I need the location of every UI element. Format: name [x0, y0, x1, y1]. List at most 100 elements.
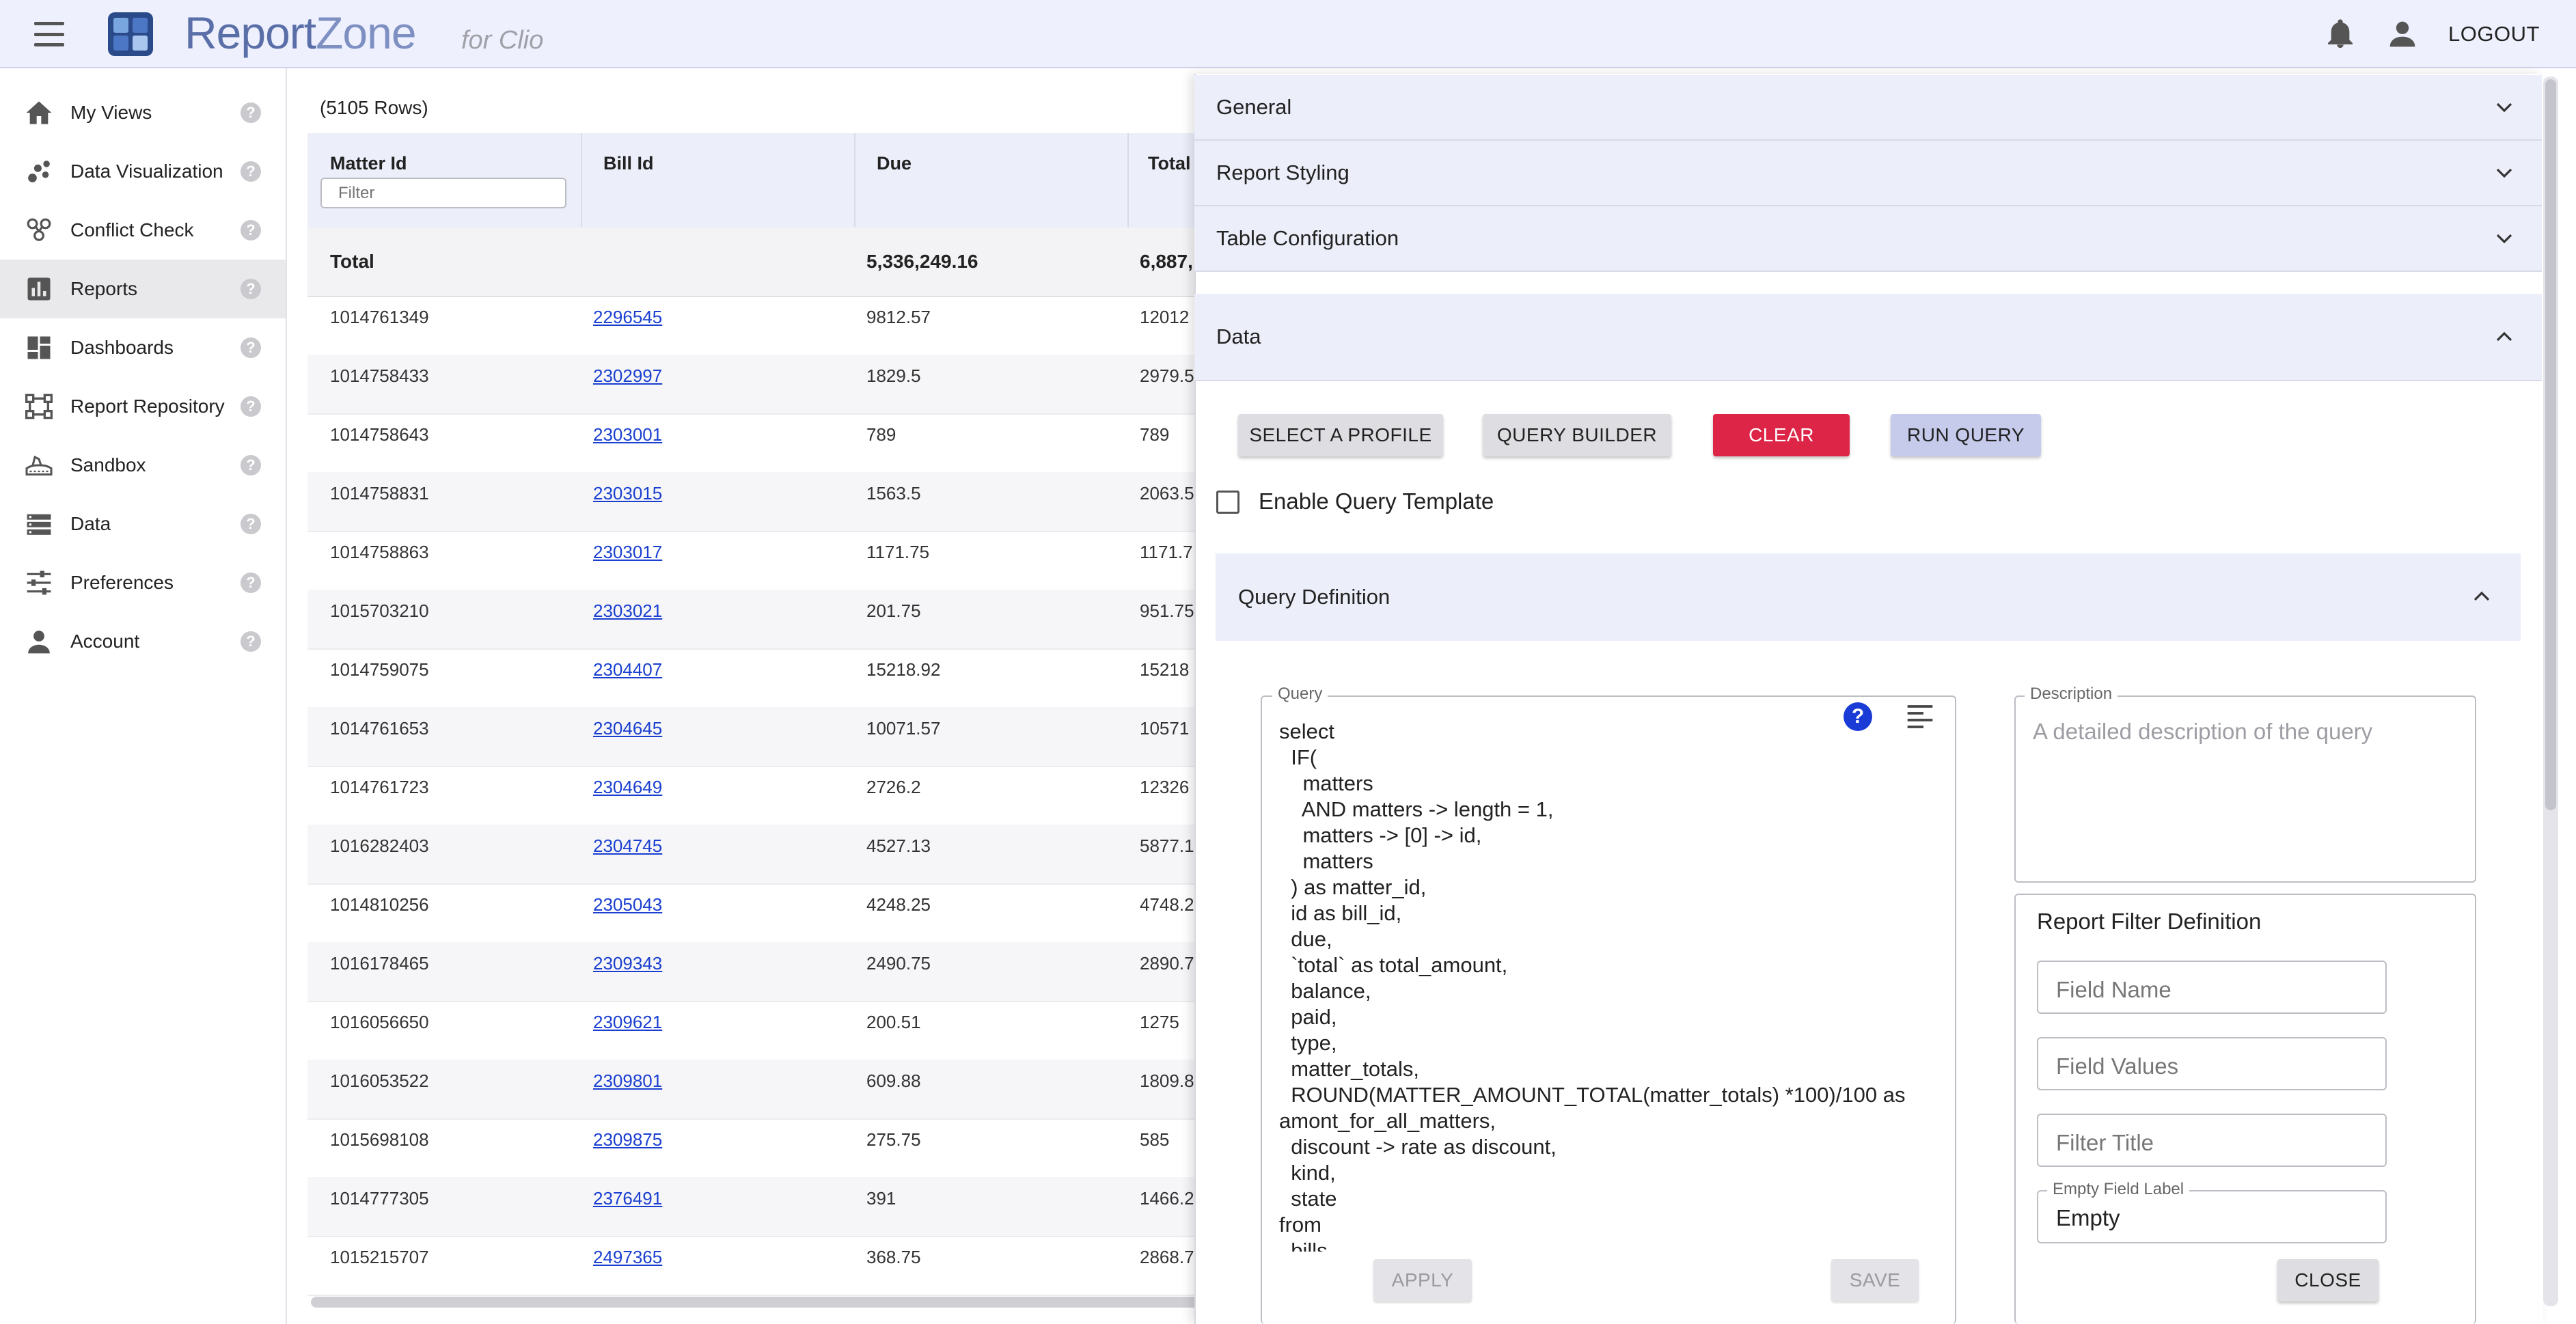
bill-id-link[interactable]: 2296545: [593, 307, 662, 327]
enable-query-template-checkbox[interactable]: [1216, 491, 1239, 514]
accordion-general[interactable]: General: [1194, 75, 2542, 141]
due-cell: 9812.57: [866, 307, 931, 327]
help-icon[interactable]: ?: [241, 455, 261, 475]
accordion-report-styling[interactable]: Report Styling: [1194, 141, 2542, 206]
notification-bell-icon[interactable]: [2327, 19, 2354, 49]
field-values-input[interactable]: Field Values: [2037, 1037, 2387, 1090]
table-row[interactable]: 1014758643 2303001 789 789: [307, 413, 1196, 473]
empty-field-label-legend: Empty Field Label: [2047, 1180, 2190, 1199]
table-row[interactable]: 1014758831 2303015 1563.5 2063.5: [307, 472, 1196, 532]
accordion-data[interactable]: Data: [1194, 294, 2542, 381]
due-cell: 789: [866, 424, 896, 445]
storage-icon: [25, 510, 53, 538]
help-icon[interactable]: ?: [241, 279, 261, 299]
help-icon[interactable]: ?: [241, 220, 261, 240]
help-icon[interactable]: ?: [241, 573, 261, 593]
save-button[interactable]: SAVE: [1831, 1259, 1919, 1301]
table-row[interactable]: 1015698108 2309875 275.75 585: [307, 1118, 1196, 1178]
table-row[interactable]: 1014761653 2304645 10071.57 10571: [307, 707, 1196, 767]
bill-id-cell: 2309801: [593, 1071, 662, 1092]
query-text[interactable]: select IF( matters AND matters -> length…: [1279, 719, 1942, 1252]
table-row[interactable]: 1014758863 2303017 1171.75 1171.7: [307, 531, 1196, 591]
help-icon[interactable]: ?: [241, 161, 261, 182]
sidebar-item-report-repository[interactable]: Report Repository ?: [0, 377, 286, 436]
query-definition-header[interactable]: Query Definition: [1216, 553, 2521, 641]
bill-id-link[interactable]: 2309875: [593, 1129, 662, 1150]
table-row[interactable]: 1014761349 2296545 9812.57 12012: [307, 296, 1196, 356]
user-account-icon[interactable]: [2387, 19, 2417, 49]
description-label: Description: [2025, 685, 2118, 704]
bill-id-link[interactable]: 2303001: [593, 424, 662, 445]
run-query-button[interactable]: RUN QUERY: [1891, 414, 2041, 456]
bill-id-link[interactable]: 2304745: [593, 836, 662, 856]
total-amount: 6,887,: [1140, 251, 1193, 272]
close-button[interactable]: CLOSE: [2277, 1259, 2379, 1301]
table-row[interactable]: 1016056650 2309621 200.51 1275: [307, 1001, 1196, 1061]
bill-id-link[interactable]: 2304645: [593, 718, 662, 739]
table-row[interactable]: 1016282403 2304745 4527.13 5877.1: [307, 825, 1196, 885]
bill-id-link[interactable]: 2303017: [593, 542, 662, 562]
column-header-total[interactable]: Total: [1127, 133, 1196, 227]
bill-id-link[interactable]: 2305043: [593, 894, 662, 915]
help-icon[interactable]: ?: [241, 631, 261, 652]
column-header-matter-id[interactable]: Matter Id: [307, 133, 582, 227]
table-row[interactable]: 1016053522 2309801 609.88 1809.8: [307, 1060, 1196, 1120]
horizontal-scrollbar[interactable]: [311, 1297, 1199, 1308]
help-icon[interactable]: ?: [241, 514, 261, 534]
sidebar-item-preferences[interactable]: Preferences ?: [0, 553, 286, 612]
sidebar-item-data[interactable]: Data ?: [0, 495, 286, 553]
bill-id-link[interactable]: 2303015: [593, 483, 662, 504]
bill-id-link[interactable]: 2309621: [593, 1012, 662, 1032]
logout-button[interactable]: LOGOUT: [2448, 22, 2540, 46]
help-icon[interactable]: ?: [241, 396, 261, 417]
sidebar-item-conflict-check[interactable]: Conflict Check ?: [0, 201, 286, 260]
query-builder-button[interactable]: QUERY BUILDER: [1483, 414, 1671, 456]
table-row[interactable]: 1014810256 2305043 4248.25 4748.2: [307, 883, 1196, 943]
bill-id-link[interactable]: 2304407: [593, 659, 662, 680]
matter-id-filter-input[interactable]: [320, 178, 566, 208]
column-header-bill-id[interactable]: Bill Id: [581, 133, 855, 227]
sidebar-item-reports[interactable]: Reports ?: [0, 260, 286, 318]
bill-id-link[interactable]: 2376491: [593, 1188, 662, 1209]
sidebar-item-sandbox[interactable]: Sandbox ?: [0, 436, 286, 495]
help-icon[interactable]: ?: [241, 337, 261, 358]
clear-button[interactable]: CLEAR: [1713, 414, 1850, 456]
bill-id-link[interactable]: 2309801: [593, 1071, 662, 1091]
filter-title-input[interactable]: Filter Title: [2037, 1114, 2387, 1167]
column-header-due[interactable]: Due: [854, 133, 1129, 227]
sidebar-item-dashboards[interactable]: Dashboards ?: [0, 318, 286, 377]
bill-id-cell: 2309875: [593, 1129, 662, 1150]
table-row[interactable]: 1015215707 2497365 368.75 2868.7: [307, 1236, 1196, 1296]
sidebar-item-data-visualization[interactable]: Data Visualization ?: [0, 142, 286, 201]
filter-title-placeholder: Filter Title: [2056, 1130, 2154, 1155]
due-cell: 609.88: [866, 1071, 921, 1091]
accordion-table-configuration[interactable]: Table Configuration: [1194, 206, 2542, 272]
apply-button[interactable]: APPLY: [1373, 1259, 1472, 1301]
table-row[interactable]: 1016178465 2309343 2490.75 2890.7: [307, 942, 1196, 1002]
help-icon[interactable]: ?: [241, 102, 261, 123]
bill-id-link[interactable]: 2304649: [593, 777, 662, 797]
matter-id-cell: 1015703210: [330, 601, 429, 621]
panel-scrollbar-thumb[interactable]: [2545, 79, 2556, 810]
field-name-input[interactable]: Field Name: [2037, 961, 2387, 1014]
bill-id-link[interactable]: 2303021: [593, 601, 662, 621]
table-row[interactable]: 1015703210 2303021 201.75 951.75: [307, 590, 1196, 650]
bill-id-link[interactable]: 2302997: [593, 366, 662, 386]
sidebar-item-my-views[interactable]: My Views ?: [0, 83, 286, 142]
due-cell: 2726.2: [866, 777, 921, 797]
bill-id-link[interactable]: 2309343: [593, 953, 662, 974]
menu-icon[interactable]: [34, 22, 64, 46]
due-cell: 201.75: [866, 601, 921, 621]
matter-id-cell: 1014810256: [330, 894, 429, 915]
table-row[interactable]: 1014761723 2304649 2726.2 12326: [307, 766, 1196, 826]
sidebar-item-account[interactable]: Account ?: [0, 612, 286, 671]
field-name-placeholder: Field Name: [2056, 977, 2171, 1002]
bill-id-link[interactable]: 2497365: [593, 1247, 662, 1267]
sidebar-item-label: Preferences: [70, 572, 174, 593]
enable-query-template-label: Enable Query Template: [1259, 488, 1494, 514]
table-row[interactable]: 1014759075 2304407 15218.92 15218: [307, 648, 1196, 708]
select-profile-button[interactable]: SELECT A PROFILE: [1238, 414, 1443, 456]
table-row[interactable]: 1014758433 2302997 1829.5 2979.5: [307, 355, 1196, 415]
bill-id-cell: 2304649: [593, 777, 662, 798]
table-row[interactable]: 1014777305 2376491 391 1466.2: [307, 1177, 1196, 1237]
